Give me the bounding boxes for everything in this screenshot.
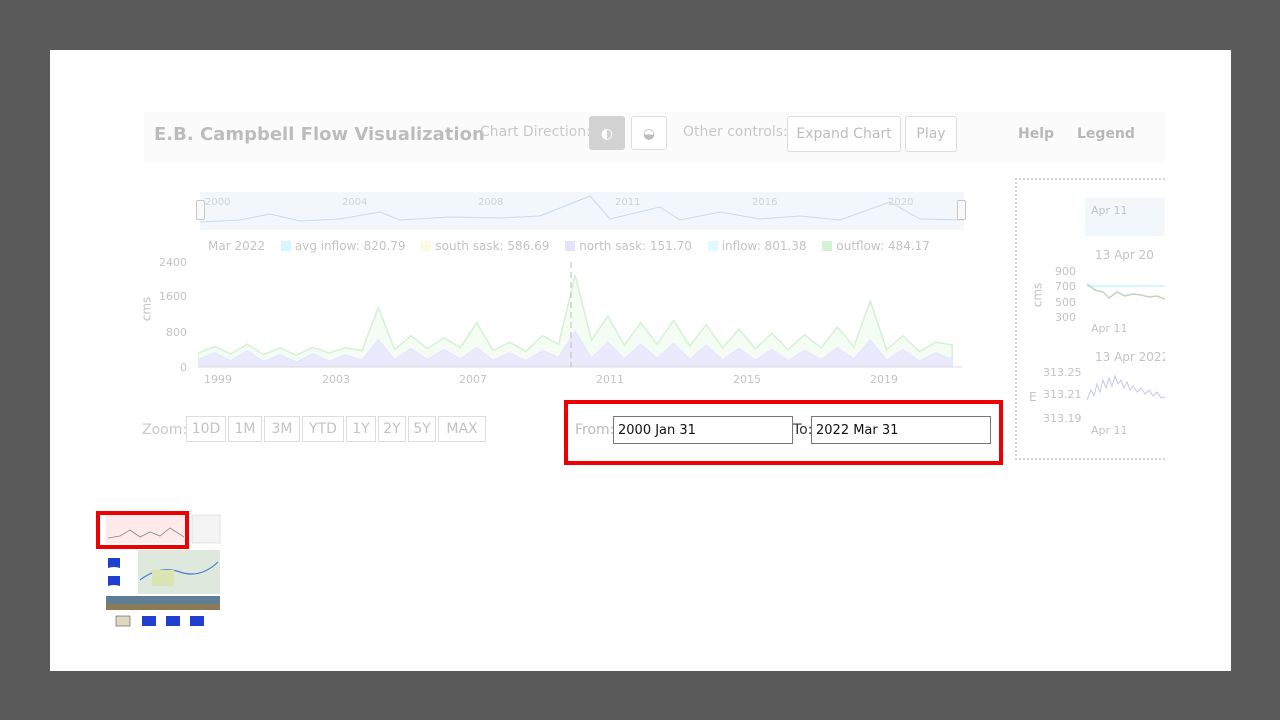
side-panel: Apr 11 13 Apr 20 cms 900 700 500 300 Apr…	[1015, 178, 1165, 460]
legend-item: south sask: 586.69	[435, 239, 550, 253]
slide: E.B. Campbell Flow Visualization Chart D…	[50, 50, 1231, 671]
legend-date: Mar 2022	[208, 239, 265, 253]
legend-item: north sask: 151.70	[579, 239, 692, 253]
play-button[interactable]: Play	[905, 116, 957, 152]
y-tick-label: 1600	[159, 290, 187, 303]
navigator-left-handle[interactable]	[196, 200, 205, 220]
side-chart1-xlabel: Apr 11	[1091, 322, 1128, 335]
navigator-right-handle[interactable]	[957, 200, 966, 220]
x-tick-label: 2007	[459, 373, 487, 386]
date-range-highlight	[564, 400, 1003, 465]
zoom-2y-button[interactable]: 2Y	[378, 416, 406, 442]
side-chart2-ytick: 313.21	[1043, 388, 1082, 401]
side-chart1-ytick: 500	[1055, 296, 1076, 309]
zoom-3m-button[interactable]: 3M	[264, 416, 300, 442]
app-title: E.B. Campbell Flow Visualization	[154, 124, 485, 145]
zoom-ytd-button[interactable]: YTD	[302, 416, 344, 442]
navigator-year: 2008	[478, 197, 504, 208]
chart-legend: Mar 2022 avg inflow: 820.79 south sask: …	[208, 239, 930, 253]
side-chart2-ytick: 313.25	[1043, 366, 1082, 379]
legend-item: outflow: 484.17	[836, 239, 930, 253]
side-chart1-ylabel: cms	[1030, 282, 1045, 308]
navigator-year: 2000	[205, 197, 231, 208]
main-flow-chart[interactable]	[198, 262, 962, 368]
side-chart1[interactable]	[1087, 280, 1165, 310]
navigator-sparkline	[199, 195, 965, 223]
legend-swatch	[565, 241, 576, 251]
x-tick-label: 2011	[596, 373, 624, 386]
legend-swatch	[707, 241, 718, 251]
side-chart2-xlabel: Apr 11	[1091, 424, 1128, 437]
legend-item: avg inflow: 820.79	[294, 239, 406, 253]
navigator-year: 2011	[615, 197, 641, 208]
zoom-5y-button[interactable]: 5Y	[408, 416, 436, 442]
side-chart1-title: 13 Apr 20	[1095, 248, 1154, 262]
faded-app-screenshot: E.B. Campbell Flow Visualization Chart D…	[50, 50, 1231, 671]
x-tick-label: 1999	[204, 373, 232, 386]
direction-horizontal-button[interactable]: ◐	[589, 116, 625, 150]
side-chart2-ytick: 313.19	[1043, 412, 1082, 425]
side-chart1-ytick: 900	[1055, 265, 1076, 278]
app-header: E.B. Campbell Flow Visualization Chart D…	[143, 112, 1165, 162]
thumbnail-highlight	[96, 511, 189, 549]
zoom-label: Zoom:	[142, 422, 188, 438]
zoom-1m-button[interactable]: 1M	[228, 416, 262, 442]
chart-direction-label: Chart Direction:	[480, 124, 591, 140]
side-chart2[interactable]	[1087, 370, 1165, 406]
navigator-year: 2004	[342, 197, 368, 208]
slide-thumbnail	[96, 510, 222, 628]
side-nav-label: Apr 11	[1091, 204, 1128, 217]
x-tick-label: 2019	[870, 373, 898, 386]
expand-chart-button[interactable]: Expand Chart	[787, 116, 901, 152]
side-chart1-ytick: 700	[1055, 280, 1076, 293]
direction-vertical-button[interactable]: ◒	[631, 116, 667, 150]
side-chart2-title: 13 Apr 2022	[1095, 350, 1165, 364]
x-tick-label: 2003	[322, 373, 350, 386]
y-tick-label: 800	[166, 326, 187, 339]
range-navigator[interactable]	[199, 192, 965, 230]
side-chart1-ytick: 300	[1055, 311, 1076, 324]
help-link[interactable]: Help	[1018, 126, 1054, 142]
side-chart2-ylabel: E	[1029, 390, 1037, 404]
legend-swatch	[421, 241, 432, 251]
x-tick-label: 2015	[733, 373, 761, 386]
navigator-year: 2016	[752, 197, 778, 208]
y-tick-label: 2400	[159, 256, 187, 269]
y-tick-label: 0	[180, 361, 187, 374]
other-controls-label: Other controls:	[683, 124, 788, 140]
legend-link[interactable]: Legend	[1077, 126, 1135, 142]
zoom-max-button[interactable]: MAX	[438, 416, 486, 442]
legend-item: inflow: 801.38	[721, 239, 807, 253]
legend-swatch	[280, 241, 291, 251]
legend-swatch	[822, 241, 833, 251]
navigator-year: 2020	[888, 197, 914, 208]
zoom-10d-button[interactable]: 10D	[186, 416, 226, 442]
zoom-1y-button[interactable]: 1Y	[346, 416, 376, 442]
